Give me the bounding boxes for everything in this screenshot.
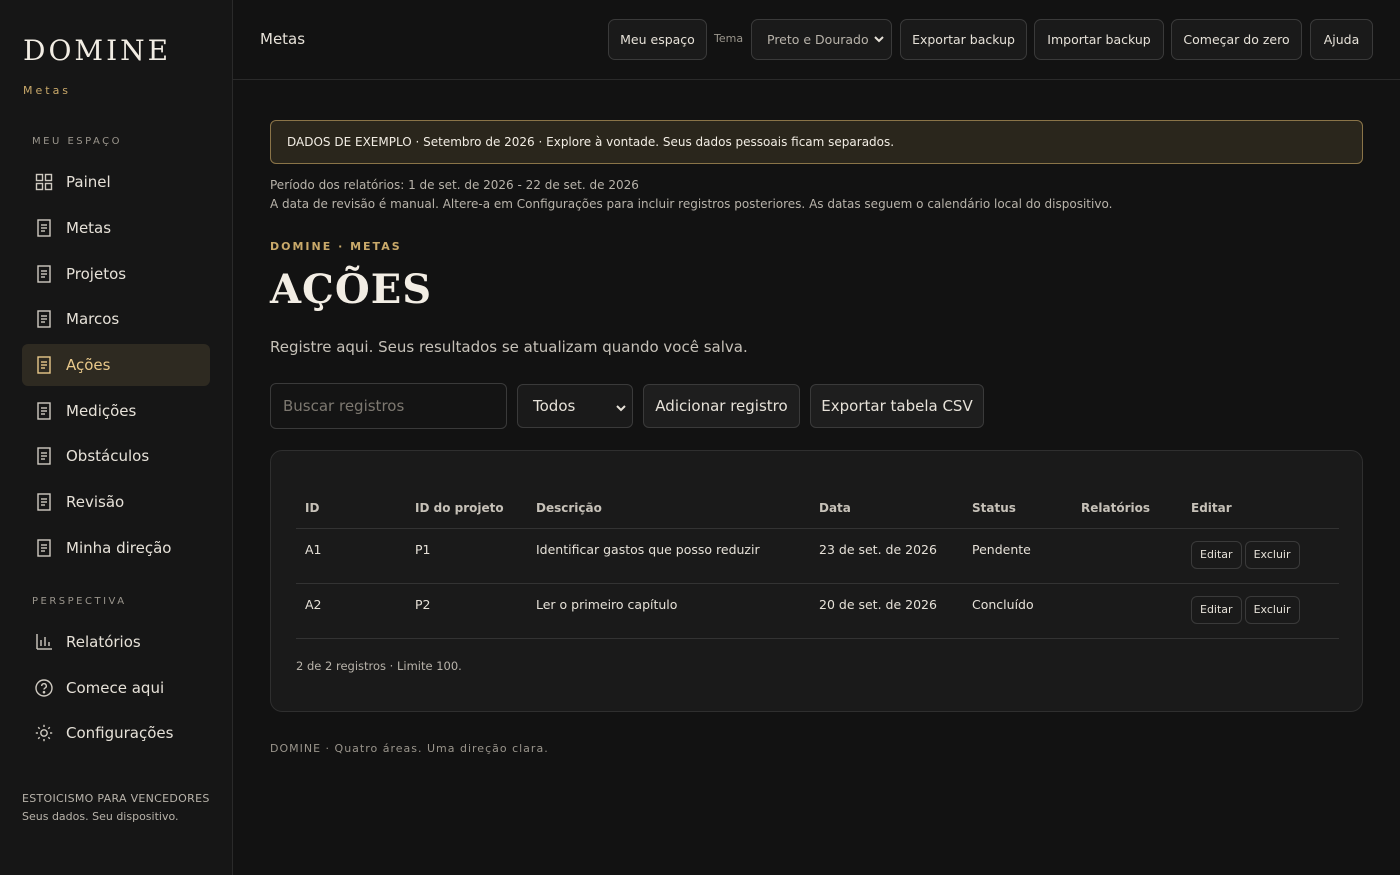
- brand-logo: DOMINE: [23, 34, 172, 67]
- cell-id: A2: [296, 583, 406, 639]
- sidebar-item-minha-direcao[interactable]: Minha direção: [22, 527, 210, 569]
- page-title: AÇÕES: [270, 266, 433, 313]
- column-header-status: Status: [963, 488, 1072, 529]
- sidebar-item-marcos[interactable]: Marcos: [22, 298, 210, 340]
- document-icon: [35, 493, 53, 511]
- status-filter-value: Todos: [533, 397, 576, 415]
- column-header-reports: Relatórios: [1072, 488, 1182, 529]
- cell-description: Identificar gastos que posso reduzir: [527, 528, 810, 584]
- column-header-id: ID: [296, 488, 406, 529]
- document-icon: [35, 402, 53, 420]
- sun-settings-icon: [35, 724, 53, 742]
- column-header-edit: Editar: [1182, 488, 1339, 529]
- topbar: Metas Meu espaço Tema Preto e Dourado Ex…: [233, 0, 1400, 80]
- document-icon: [35, 310, 53, 328]
- cell-date: 23 de set. de 2026: [810, 528, 963, 584]
- breadcrumb: DOMINE · METAS: [270, 240, 402, 253]
- delete-button[interactable]: Excluir: [1244, 540, 1300, 569]
- brand-subtitle: Metas: [23, 84, 72, 97]
- sidebar-item-label: Medições: [66, 402, 137, 420]
- edit-button[interactable]: Editar: [1191, 540, 1242, 569]
- sidebar-item-revisao[interactable]: Revisão: [22, 481, 210, 523]
- sidebar-item-label: Painel: [66, 173, 111, 191]
- sidebar-item-comece-aqui[interactable]: Comece aqui: [22, 667, 210, 709]
- add-record-button[interactable]: Adicionar registro: [643, 384, 800, 428]
- section-label-perspective: PERSPECTIVA: [32, 596, 127, 607]
- cell-status: Pendente: [963, 528, 1072, 584]
- section-label-my-space: MEU ESPAÇO: [32, 136, 123, 147]
- column-header-description: Descrição: [527, 488, 810, 529]
- export-backup-button[interactable]: Exportar backup: [900, 19, 1027, 60]
- cell-id: A1: [296, 528, 406, 584]
- document-icon: [35, 539, 53, 557]
- help-button[interactable]: Ajuda: [1310, 19, 1373, 60]
- page-subtitle: Registre aqui. Seus resultados se atuali…: [270, 338, 748, 356]
- start-over-button[interactable]: Começar do zero: [1171, 19, 1302, 60]
- records-table: ID ID do projeto Descrição Data Status R…: [296, 488, 1339, 639]
- report-period: Período dos relatórios: 1 de set. de 202…: [270, 178, 639, 192]
- cell-project-id: P2: [406, 583, 527, 639]
- sidebar-item-medicoes[interactable]: Medições: [22, 390, 210, 432]
- sidebar-item-projetos[interactable]: Projetos: [22, 253, 210, 295]
- theme-label: Tema: [714, 32, 744, 45]
- table-header-row: ID ID do projeto Descrição Data Status R…: [296, 488, 1339, 529]
- delete-button[interactable]: Excluir: [1244, 595, 1300, 624]
- sample-data-banner: DADOS DE EXEMPLO · Setembro de 2026 · Ex…: [270, 120, 1363, 164]
- column-header-project-id: ID do projeto: [406, 488, 527, 529]
- review-note: A data de revisão é manual. Altere-a em …: [270, 197, 1113, 211]
- sidebar-item-label: Ações: [66, 356, 111, 374]
- grid-icon: [35, 173, 53, 191]
- sidebar: DOMINE Metas MEU ESPAÇO Painel Metas Pro…: [0, 0, 233, 875]
- my-space-button[interactable]: Meu espaço: [608, 19, 707, 60]
- search-input[interactable]: [270, 383, 507, 429]
- bar-chart-icon: [35, 633, 53, 651]
- status-filter-select[interactable]: Todos: [517, 384, 633, 428]
- page-footer: DOMINE · Quatro áreas. Uma direção clara…: [270, 742, 549, 755]
- sidebar-item-configuracoes[interactable]: Configurações: [22, 712, 210, 754]
- document-icon: [35, 219, 53, 237]
- sidebar-footer-note: Seus dados. Seu dispositivo.: [22, 810, 179, 823]
- sidebar-item-obstaculos[interactable]: Obstáculos: [22, 435, 210, 477]
- chevron-down-icon: [873, 33, 885, 48]
- cell-actions: Editar Excluir: [1182, 528, 1339, 584]
- sidebar-item-relatorios[interactable]: Relatórios: [22, 621, 210, 663]
- sidebar-item-label: Revisão: [66, 493, 125, 511]
- table-row: A1 P1 Identificar gastos que posso reduz…: [296, 528, 1339, 584]
- export-csv-button[interactable]: Exportar tabela CSV: [810, 384, 984, 428]
- sidebar-item-label: Marcos: [66, 310, 120, 328]
- sidebar-footer-tagline: ESTOICISMO PARA VENCEDORES: [22, 792, 210, 805]
- cell-reports: [1072, 528, 1182, 584]
- theme-select-value: Preto e Dourado: [767, 32, 869, 47]
- sidebar-item-painel[interactable]: Painel: [22, 161, 210, 203]
- document-icon: [35, 356, 53, 374]
- help-circle-icon: [35, 679, 53, 697]
- import-backup-button[interactable]: Importar backup: [1034, 19, 1164, 60]
- cell-status: Concluído: [963, 583, 1072, 639]
- sidebar-item-label: Obstáculos: [66, 447, 150, 465]
- sidebar-item-label: Comece aqui: [66, 679, 165, 697]
- column-header-date: Data: [810, 488, 963, 529]
- sidebar-item-label: Configurações: [66, 724, 174, 742]
- table-row: A2 P2 Ler o primeiro capítulo 20 de set.…: [296, 583, 1339, 639]
- edit-button[interactable]: Editar: [1191, 595, 1242, 624]
- sidebar-item-label: Minha direção: [66, 539, 172, 557]
- cell-reports: [1072, 583, 1182, 639]
- records-table-card: ID ID do projeto Descrição Data Status R…: [270, 450, 1363, 712]
- record-count: 2 de 2 registros · Limite 100.: [296, 659, 462, 673]
- topbar-title: Metas: [260, 30, 306, 48]
- sidebar-item-label: Metas: [66, 219, 112, 237]
- cell-actions: Editar Excluir: [1182, 583, 1339, 639]
- sidebar-item-acoes[interactable]: Ações: [22, 344, 210, 386]
- sidebar-item-metas[interactable]: Metas: [22, 207, 210, 249]
- document-icon: [35, 447, 53, 465]
- cell-date: 20 de set. de 2026: [810, 583, 963, 639]
- cell-description: Ler o primeiro capítulo: [527, 583, 810, 639]
- sidebar-item-label: Relatórios: [66, 633, 141, 651]
- chevron-down-icon: [615, 400, 627, 418]
- sidebar-footer: ESTOICISMO PARA VENCEDORES Seus dados. S…: [22, 790, 210, 826]
- cell-project-id: P1: [406, 528, 527, 584]
- document-icon: [35, 265, 53, 283]
- sidebar-item-label: Projetos: [66, 265, 127, 283]
- theme-select[interactable]: Preto e Dourado: [751, 19, 892, 60]
